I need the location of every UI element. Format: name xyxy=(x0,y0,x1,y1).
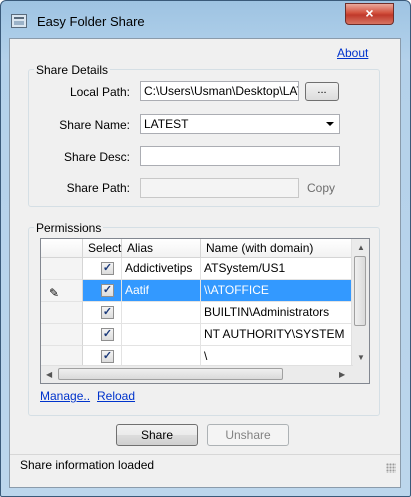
name-cell[interactable]: BUILTIN\Administrators xyxy=(201,302,353,324)
horizontal-scrollbar[interactable]: ◀ ▶ xyxy=(41,365,353,383)
grid-header: Select Alias Name (with domain) xyxy=(41,239,353,258)
status-text: Share information loaded xyxy=(20,458,155,472)
share-desc-label: Share Desc: xyxy=(63,150,130,164)
select-cell[interactable]: ✓ xyxy=(83,280,122,302)
local-path-label: Local Path: xyxy=(69,85,130,99)
permissions-legend: Permissions xyxy=(34,221,104,235)
vertical-scrollbar[interactable]: ▲ ▼ xyxy=(351,239,369,366)
share-path-field xyxy=(140,178,299,198)
column-header-name[interactable]: Name (with domain) xyxy=(201,239,353,258)
scroll-right-icon[interactable]: ▶ xyxy=(339,370,345,379)
permissions-grid: Select Alias Name (with domain) ✓ Addict… xyxy=(40,238,370,384)
row-header[interactable]: ✎ xyxy=(41,280,83,302)
select-checkbox[interactable]: ✓ xyxy=(101,350,114,363)
status-bar: Share information loaded xyxy=(10,454,400,476)
alias-cell[interactable]: Addictivetips xyxy=(122,258,201,280)
reload-link[interactable]: Reload xyxy=(97,389,135,403)
table-row[interactable]: ✎ ✓ Aatif \\ATOFFICE xyxy=(41,280,353,302)
row-header[interactable] xyxy=(41,302,83,324)
local-path-field[interactable]: C:\Users\Usman\Desktop\LATEST xyxy=(140,81,299,101)
select-cell[interactable]: ✓ xyxy=(83,324,122,346)
row-header[interactable] xyxy=(41,324,83,346)
share-button[interactable]: Share xyxy=(116,424,198,446)
select-cell[interactable]: ✓ xyxy=(83,302,122,324)
scrollbar-corner xyxy=(352,366,369,383)
scroll-down-icon[interactable]: ▼ xyxy=(357,353,365,362)
alias-cell[interactable]: Aatif xyxy=(122,280,201,302)
horizontal-scroll-thumb[interactable] xyxy=(58,368,283,380)
share-desc-field[interactable] xyxy=(140,146,340,166)
window-title: Easy Folder Share xyxy=(37,14,145,29)
share-name-label: Share Name: xyxy=(59,118,130,132)
select-checkbox[interactable]: ✓ xyxy=(101,262,114,275)
select-checkbox[interactable]: ✓ xyxy=(101,284,114,297)
table-row[interactable]: ✓ NT AUTHORITY\SYSTEM xyxy=(41,324,353,346)
row-header-column xyxy=(41,239,83,258)
browse-button[interactable]: ... xyxy=(305,82,339,101)
share-name-dropdown[interactable]: LATEST xyxy=(140,114,340,134)
unshare-button: Unshare xyxy=(207,424,289,446)
about-link[interactable]: About xyxy=(337,46,368,60)
name-cell[interactable]: \\ATOFFICE xyxy=(201,280,353,302)
manage-link[interactable]: Manage.. xyxy=(40,389,90,403)
pencil-edit-icon: ✎ xyxy=(49,286,60,300)
share-path-label: Share Path: xyxy=(66,181,130,195)
alias-cell[interactable] xyxy=(122,302,201,324)
select-cell[interactable]: ✓ xyxy=(83,258,122,280)
column-header-alias[interactable]: Alias xyxy=(122,239,201,258)
table-row[interactable]: ✓ Addictivetips ATSystem/US1 xyxy=(41,258,353,280)
select-checkbox[interactable]: ✓ xyxy=(101,328,114,341)
dropdown-arrow-icon[interactable] xyxy=(326,122,334,126)
scroll-up-icon[interactable]: ▲ xyxy=(357,243,365,252)
copy-button[interactable]: Copy xyxy=(307,181,335,195)
app-icon xyxy=(11,14,27,28)
name-cell[interactable]: NT AUTHORITY\SYSTEM xyxy=(201,324,353,346)
close-button[interactable]: × xyxy=(345,3,394,25)
table-row[interactable]: ✓ BUILTIN\Administrators xyxy=(41,302,353,324)
alias-cell[interactable] xyxy=(122,324,201,346)
share-details-legend: Share Details xyxy=(34,63,111,77)
name-cell[interactable]: ATSystem/US1 xyxy=(201,258,353,280)
scroll-left-icon[interactable]: ◀ xyxy=(46,370,52,379)
resize-grip-icon[interactable] xyxy=(386,463,396,473)
select-checkbox[interactable]: ✓ xyxy=(101,306,114,319)
share-name-value: LATEST xyxy=(144,117,189,131)
title-bar[interactable]: Easy Folder Share × xyxy=(1,1,410,39)
vertical-scroll-thumb[interactable] xyxy=(354,256,366,326)
row-header[interactable] xyxy=(41,258,83,280)
column-header-select[interactable]: Select xyxy=(83,239,122,258)
